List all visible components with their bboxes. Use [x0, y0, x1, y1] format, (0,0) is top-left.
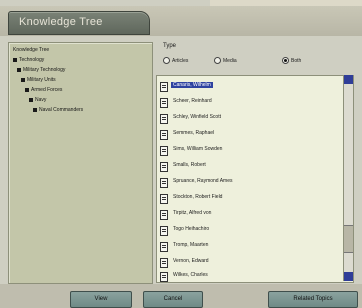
- list-item[interactable]: Wilkes, Charles: [160, 270, 345, 282]
- tree-node-icon: [21, 77, 25, 82]
- tree-item[interactable]: Technology: [13, 57, 44, 63]
- list-item[interactable]: Tromp, Maarten: [160, 240, 345, 252]
- tree-node-icon: [33, 107, 37, 112]
- document-icon: [160, 162, 168, 172]
- related-topics-button[interactable]: Related Topics: [268, 291, 358, 308]
- cancel-button[interactable]: Cancel: [143, 291, 203, 308]
- list-item[interactable]: Scheer, Reinhard: [160, 96, 345, 108]
- list-item[interactable]: Stockton, Robert Field: [160, 192, 345, 204]
- knowledge-tree-window: Knowledge Tree Knowledge Tree Technology…: [0, 0, 362, 308]
- tree-item-label: Military Units: [27, 77, 56, 83]
- document-icon: [160, 226, 168, 236]
- tree-item-label: Knowledge Tree: [13, 47, 50, 53]
- title-tab: Knowledge Tree: [8, 11, 150, 35]
- radio-media[interactable]: [214, 57, 221, 64]
- type-option-label: Articles: [172, 57, 189, 64]
- tree-item-label: Armed Forces: [31, 87, 63, 93]
- list-item[interactable]: Canaris, Wilhelm: [160, 80, 345, 92]
- tree-node-icon: [13, 57, 17, 62]
- tree-item[interactable]: Naval Commanders: [33, 107, 83, 113]
- tree-node-icon: [29, 97, 33, 102]
- type-option-articles[interactable]: Articles: [163, 57, 188, 64]
- scroll-up-button[interactable]: [344, 75, 353, 84]
- document-icon: [160, 82, 168, 92]
- tree-item[interactable]: Armed Forces: [25, 87, 62, 93]
- document-icon: [160, 194, 168, 204]
- document-icon: [160, 258, 168, 268]
- list-item[interactable]: Spruance, Raymond Ames: [160, 176, 345, 188]
- tree-item-label: Military Technology: [23, 67, 66, 73]
- tree-panel: Knowledge Tree Technology Military Techn…: [8, 42, 153, 284]
- list-item[interactable]: Tirpitz, Alfred von: [160, 208, 345, 220]
- type-option-label: Both: [291, 57, 302, 64]
- list-item[interactable]: Vernon, Edward: [160, 256, 345, 268]
- list-item[interactable]: Smalls, Robert: [160, 160, 345, 172]
- list-item[interactable]: Togo Heihachiro: [160, 224, 345, 236]
- list-item[interactable]: Schley, Winfield Scott: [160, 112, 345, 124]
- scroll-down-button[interactable]: [344, 272, 353, 281]
- type-option-both[interactable]: Both: [282, 57, 301, 64]
- tree-item-label: Naval Commanders: [39, 107, 84, 113]
- view-button[interactable]: View: [70, 291, 132, 308]
- list-scrollbar[interactable]: [343, 75, 353, 281]
- tree-item[interactable]: Military Technology: [17, 67, 65, 73]
- document-icon: [160, 272, 168, 282]
- type-option-media[interactable]: Media: [214, 57, 237, 64]
- tree-node-icon: [25, 87, 29, 92]
- list-item[interactable]: Semmes, Raphael: [160, 128, 345, 140]
- window-title: Knowledge Tree: [19, 16, 103, 28]
- document-icon: [160, 130, 168, 140]
- document-icon: [160, 178, 168, 188]
- radio-articles[interactable]: [163, 57, 170, 64]
- radio-both[interactable]: [282, 57, 289, 64]
- tree-item[interactable]: Knowledge Tree: [13, 47, 49, 53]
- tree-item[interactable]: Navy: [29, 97, 46, 103]
- tree-item-label: Technology: [19, 57, 45, 63]
- tree-node-icon: [17, 67, 21, 72]
- types-label: Type: [163, 43, 177, 49]
- document-icon: [160, 98, 168, 108]
- tree-item-label: Navy: [35, 97, 47, 103]
- scroll-thumb[interactable]: [344, 225, 353, 253]
- document-icon: [160, 114, 168, 124]
- document-icon: [160, 210, 168, 220]
- tree-item[interactable]: Military Units: [21, 77, 56, 83]
- document-icon: [160, 146, 168, 156]
- article-list[interactable]: Canaris, Wilhelm Scheer, Reinhard Schley…: [156, 75, 354, 283]
- document-icon: [160, 242, 168, 252]
- type-option-label: Media: [223, 57, 237, 64]
- list-item[interactable]: Sims, William Sowden: [160, 144, 345, 156]
